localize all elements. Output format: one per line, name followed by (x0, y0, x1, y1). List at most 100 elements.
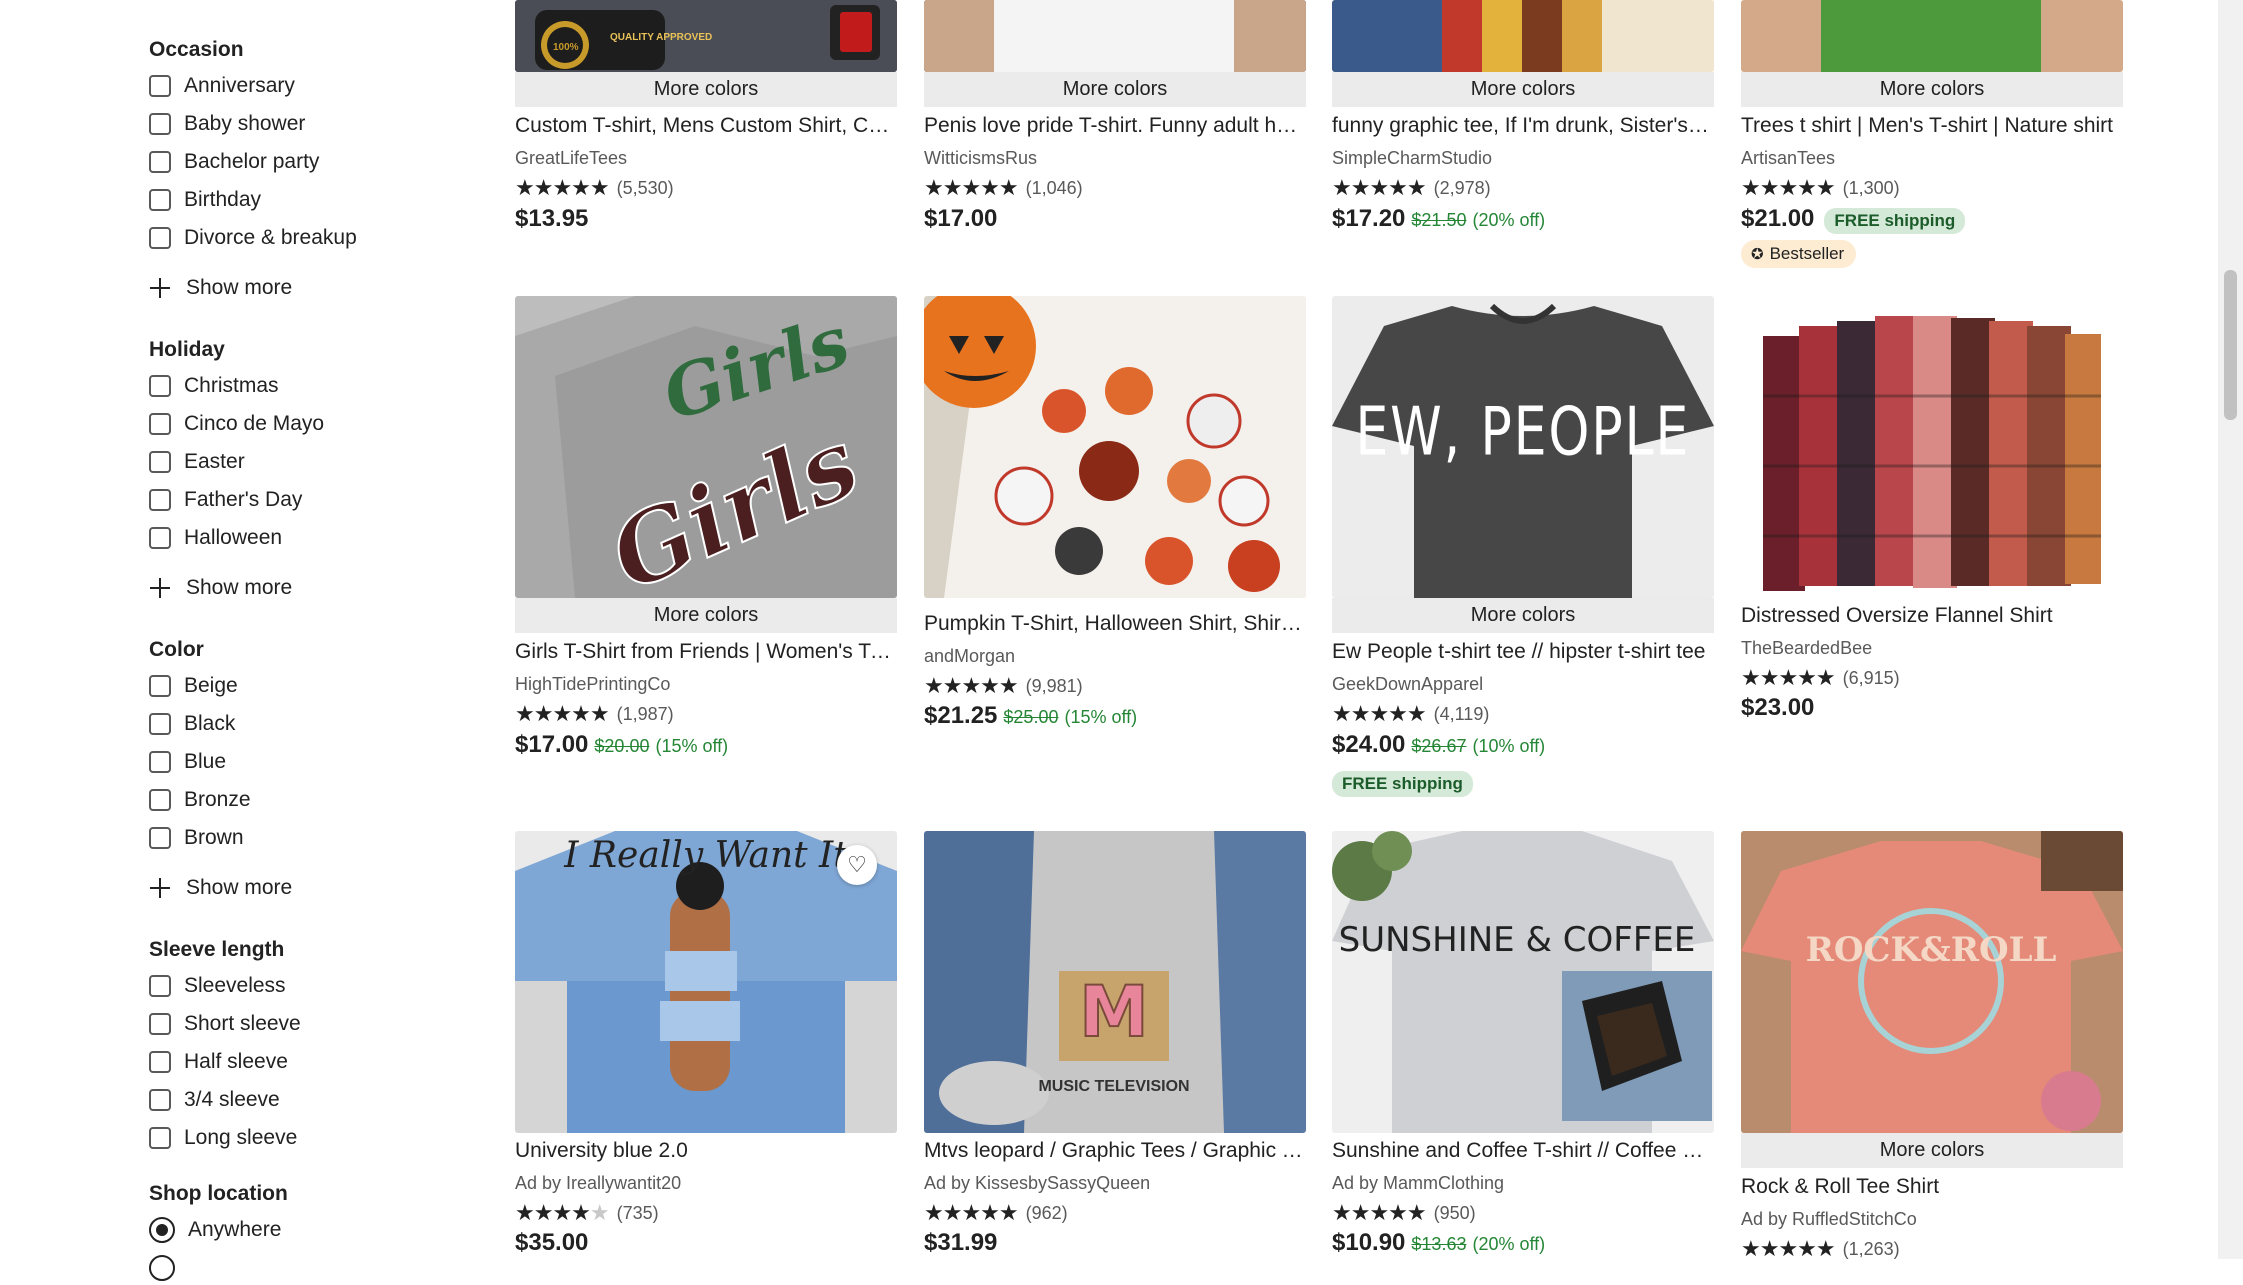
checkbox[interactable] (149, 975, 171, 997)
favorite-heart-icon[interactable]: ♡ (837, 845, 877, 885)
listing-image[interactable] (924, 0, 1306, 72)
listing-image[interactable] (924, 296, 1306, 598)
checkbox[interactable] (149, 375, 171, 397)
listing-title[interactable]: Mtvs leopard / Graphic Tees / Graphic Te… (924, 1139, 1306, 1163)
listing-image[interactable]: Girls Girls (515, 296, 897, 598)
listing-image[interactable] (1741, 0, 2123, 72)
filter-option-three-quarter-sleeve[interactable]: 3/4 sleeve (149, 1083, 479, 1117)
radio-selected[interactable] (149, 1217, 175, 1243)
star-rating-icon: ★★★★★ (515, 1200, 610, 1225)
star-rating-icon: ★★★★★ (515, 701, 610, 726)
checkbox[interactable] (149, 1051, 171, 1073)
listing-image[interactable]: ROCK&ROLL (1741, 831, 2123, 1133)
filter-option-fathers-day[interactable]: Father's Day (149, 483, 479, 517)
filter-option-sleeveless[interactable]: Sleeveless (149, 969, 479, 1003)
price: $21.00 (1741, 205, 1815, 232)
checkbox[interactable] (149, 151, 171, 173)
filter-option-long-sleeve[interactable]: Long sleeve (149, 1121, 479, 1155)
checkbox[interactable] (149, 227, 171, 249)
checkbox[interactable] (149, 751, 171, 773)
checkbox[interactable] (149, 527, 171, 549)
price: $31.99 (924, 1229, 998, 1256)
shop-name: TheBeardedBee (1741, 638, 1873, 658)
checkbox[interactable] (149, 189, 171, 211)
image-text: SUNSHINE & COFFEE (1339, 920, 1696, 960)
filter-option-halloween[interactable]: Halloween (149, 521, 479, 555)
filter-option-bachelor-party[interactable]: Bachelor party (149, 145, 479, 179)
listing-title[interactable]: Distressed Oversize Flannel Shirt (1741, 604, 2123, 628)
filter-option-anniversary[interactable]: Anniversary (149, 69, 479, 103)
show-more-holiday-button[interactable]: Show more (149, 571, 292, 605)
checkbox[interactable] (149, 1127, 171, 1149)
show-more-color-button[interactable]: Show more (149, 871, 292, 905)
filter-option-beige[interactable]: Beige (149, 669, 479, 703)
rating: ★★★★★ (6,915) (1741, 665, 1900, 691)
filter-option-half-sleeve[interactable]: Half sleeve (149, 1045, 479, 1079)
filter-option-brown[interactable]: Brown (149, 821, 479, 855)
checkbox[interactable] (149, 789, 171, 811)
star-rating-icon: ★★★★★ (1332, 175, 1427, 200)
filter-option-birthday[interactable]: Birthday (149, 183, 479, 217)
rating: ★★★★★ (735) (515, 1200, 659, 1226)
checkbox[interactable] (149, 75, 171, 97)
checkbox[interactable] (149, 675, 171, 697)
listing-image[interactable]: M MUSIC TELEVISION (924, 831, 1306, 1133)
more-colors-label: More colors (1741, 72, 2123, 107)
rating: ★★★★★ (5,530) (515, 175, 674, 201)
checkbox[interactable] (149, 489, 171, 511)
filter-option-cinco-de-mayo[interactable]: Cinco de Mayo (149, 407, 479, 441)
shop-name: SimpleCharmStudio (1332, 148, 1493, 168)
star-rating-icon: ★★★★★ (1741, 1236, 1836, 1261)
price-row: $17.00 $20.00 (15% off) (515, 731, 728, 759)
listing-title[interactable]: Custom T-shirt, Mens Custom Shirt, Custo… (515, 114, 897, 138)
price-row: $21.25 $25.00 (15% off) (924, 702, 1137, 730)
review-count: (9,981) (1025, 675, 1083, 696)
discount: (10% off) (1472, 736, 1546, 756)
filter-option-easter[interactable]: Easter (149, 445, 479, 479)
scrollbar-thumb[interactable] (2224, 270, 2237, 420)
filter-option-divorce-breakup[interactable]: Divorce & breakup (149, 221, 479, 255)
free-shipping-badge: FREE shipping (1824, 208, 1966, 234)
filter-option-blue[interactable]: Blue (149, 745, 479, 779)
listing-title[interactable]: Ew People t-shirt tee // hipster t-shirt… (1332, 640, 1714, 664)
listing-image[interactable]: 100% QUALITY APPROVED (515, 0, 897, 72)
checkbox[interactable] (149, 1089, 171, 1111)
image-text: MUSIC TELEVISION (1038, 1078, 1189, 1095)
checkbox[interactable] (149, 451, 171, 473)
listing-title[interactable]: Penis love pride T-shirt. Funny adult hu… (924, 114, 1306, 138)
more-colors-label: More colors (1741, 1133, 2123, 1168)
filter-option-christmas[interactable]: Christmas (149, 369, 479, 403)
price: $10.90 (1332, 1229, 1406, 1256)
listing-title[interactable]: funny graphic tee, If I'm drunk, Sister'… (1332, 114, 1714, 138)
listing-image[interactable]: SUNSHINE & COFFEE (1332, 831, 1714, 1133)
star-rating-icon: ★★★★★ (924, 175, 1019, 200)
filter-option-baby-shower[interactable]: Baby shower (149, 107, 479, 141)
checkbox[interactable] (149, 1013, 171, 1035)
listing-title[interactable]: Pumpkin T-Shirt, Halloween Shirt, Shirt … (924, 612, 1306, 636)
filter-option-bronze[interactable]: Bronze (149, 783, 479, 817)
filter-option-short-sleeve[interactable]: Short sleeve (149, 1007, 479, 1041)
listing-image[interactable] (1741, 296, 2123, 598)
listing-image[interactable]: EW, PEOPLE (1332, 296, 1714, 598)
listing-image[interactable] (1332, 0, 1714, 72)
listing-title[interactable]: Rock & Roll Tee Shirt (1741, 1175, 2123, 1199)
filter-option-anywhere[interactable]: Anywhere (149, 1213, 479, 1247)
checkbox[interactable] (149, 413, 171, 435)
show-more-occasion-button[interactable]: Show more (149, 271, 292, 305)
listing-title[interactable]: Sunshine and Coffee T-shirt // Coffee Lo… (1332, 1139, 1714, 1163)
shop-name: GeekDownApparel (1332, 674, 1484, 694)
listing-title[interactable]: Girls T-Shirt from Friends | Women's T-S… (515, 640, 897, 664)
original-price: $25.00 (1003, 707, 1059, 727)
listing-title[interactable]: University blue 2.0 (515, 1139, 897, 1163)
shop-name: andMorgan (924, 646, 1016, 666)
listing-title[interactable]: Trees t shirt | Men's T-shirt | Nature s… (1741, 114, 2123, 138)
star-rating-icon: ★★★★★ (924, 673, 1019, 698)
checkbox[interactable] (149, 113, 171, 135)
filter-option-black[interactable]: Black (149, 707, 479, 741)
price-row: $13.95 (515, 205, 588, 233)
filter-option-next[interactable] (149, 1251, 479, 1285)
checkbox[interactable] (149, 713, 171, 735)
shop-name: Ad by RuffledStitchCo (1741, 1209, 1917, 1229)
checkbox[interactable] (149, 827, 171, 849)
page-scrollbar[interactable] (2218, 0, 2243, 1259)
